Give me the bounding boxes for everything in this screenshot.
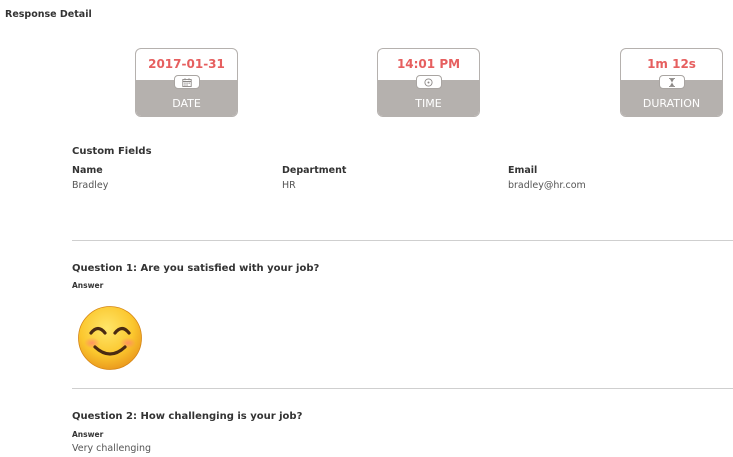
question-1-answer-label: Answer [72,281,104,290]
hourglass-icon [658,75,685,89]
smiling-face-icon [78,306,142,370]
email-label: Email [508,165,538,176]
time-card: 14:01 PM TIME [377,48,480,117]
question-2-answer-value: Very challenging [72,443,152,454]
custom-fields-title: Custom Fields [72,146,152,157]
calendar-icon [173,75,200,89]
divider [72,388,733,389]
name-label: Name [72,165,103,176]
duration-card: 1m 12s DURATION [620,48,723,117]
email-value: bradley@hr.com [508,180,586,191]
date-card: 2017-01-31 DATE [135,48,238,117]
question-2-title: Question 2: How challenging is your job? [72,411,303,422]
department-value: HR [282,180,296,191]
question-2-answer-label: Answer [72,430,104,439]
clock-icon [415,75,442,89]
page-title: Response Detail [5,9,92,20]
question-1-title: Question 1: Are you satisfied with your … [72,263,320,274]
divider [72,240,733,241]
department-label: Department [282,165,347,176]
name-value: Bradley [72,180,109,191]
